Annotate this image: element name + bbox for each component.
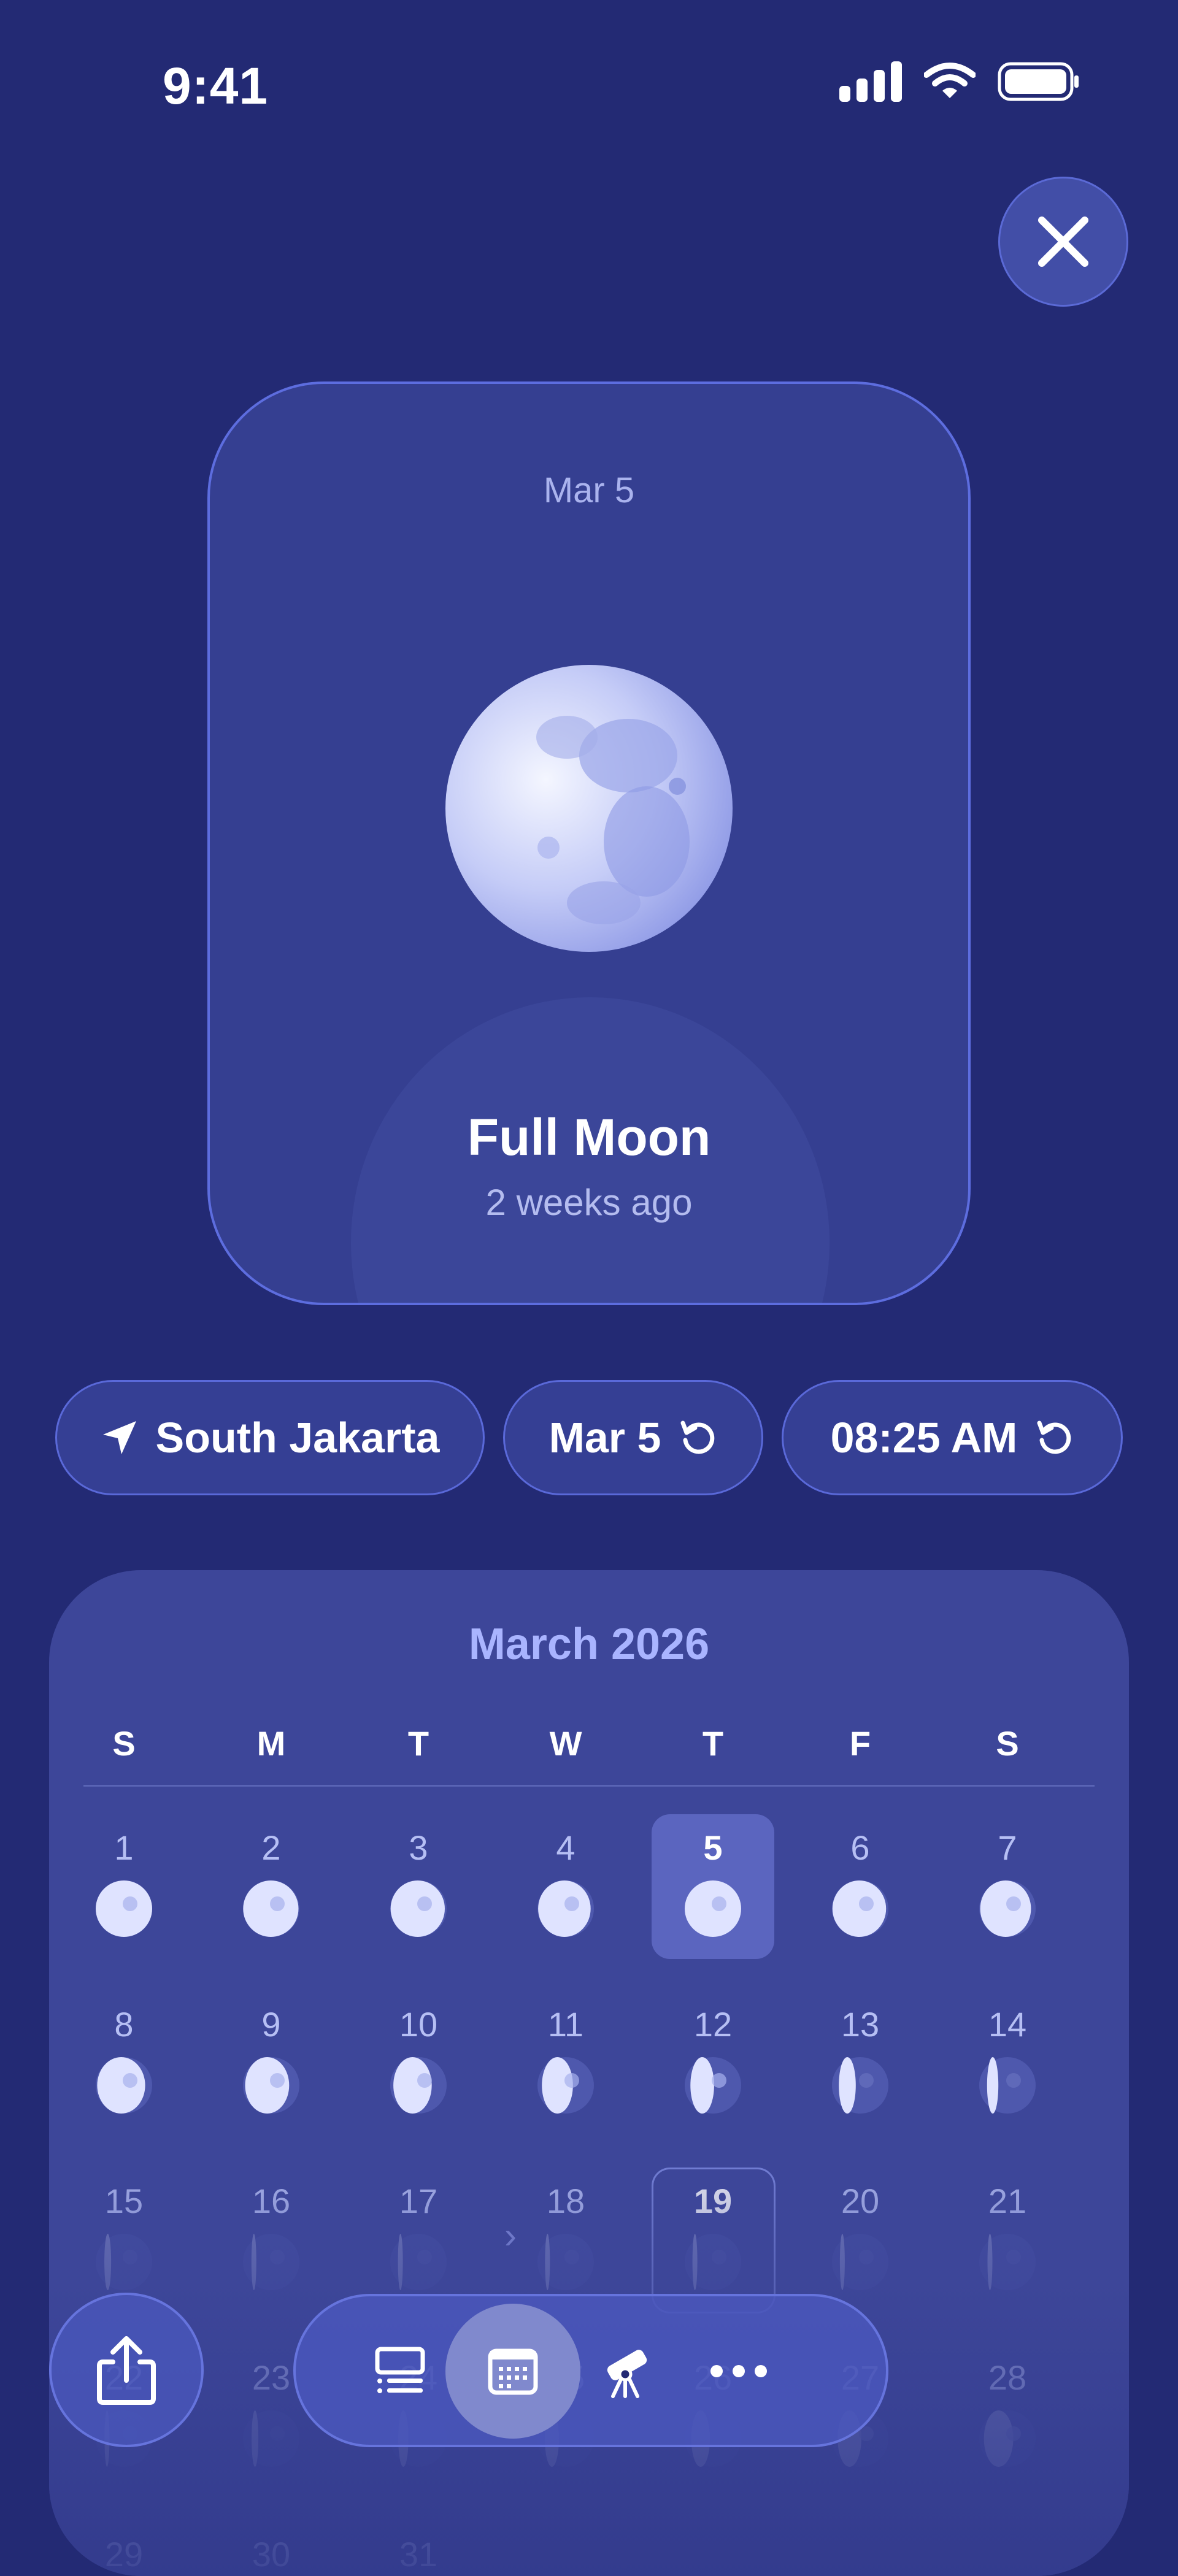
moon-card-date: Mar 5 — [543, 470, 635, 510]
weekday-label: T — [407, 1724, 429, 1763]
full-moon-image — [445, 665, 733, 952]
moon-phase-icon — [390, 1880, 447, 1937]
time-label: 08:25 AM — [830, 1414, 1018, 1462]
weekday-label: W — [549, 1724, 582, 1763]
more-icon — [710, 2365, 767, 2377]
calendar-day-3[interactable]: 3 — [345, 1814, 492, 1974]
moon-phase-icon — [243, 2057, 299, 2114]
tab-more[interactable] — [671, 2304, 806, 2439]
status-time: 9:41 — [163, 57, 269, 115]
close-button[interactable] — [998, 177, 1128, 307]
day-number: 8 — [114, 2005, 134, 2044]
date-label: Mar 5 — [549, 1414, 661, 1462]
close-icon — [1038, 217, 1088, 267]
location-arrow-icon — [102, 1421, 136, 1454]
status-icons — [839, 61, 1080, 102]
moon-phase-icon — [685, 1880, 741, 1937]
moon-phase-card: Mar 5 Full Moon 2 weeks ago — [207, 381, 971, 1305]
calendar-day-5[interactable]: 5 — [639, 1814, 787, 1974]
moon-phase-icon — [96, 1880, 152, 1937]
day-number: 11 — [547, 2005, 584, 2044]
weekday-label: S — [112, 1724, 136, 1763]
moon-phase-icon — [537, 1880, 594, 1937]
calendar-day-1[interactable]: 1 — [50, 1814, 198, 1974]
day-number: 12 — [693, 2005, 733, 2044]
moon-phase-icon — [832, 2057, 888, 2114]
day-number: 9 — [261, 2005, 281, 2044]
calendar-day-4[interactable]: 4 — [492, 1814, 639, 1974]
day-number: 7 — [998, 1828, 1017, 1867]
list-view-icon — [375, 2347, 425, 2393]
location-button[interactable]: South Jakarta — [55, 1380, 485, 1495]
cellular-signal-icon — [839, 61, 902, 102]
moon-phase-icon — [243, 1880, 299, 1937]
share-button[interactable] — [49, 2293, 204, 2447]
moon-phase-icon — [979, 2057, 1036, 2114]
moon-phase-icon — [96, 2057, 152, 2114]
weekday-label: T — [702, 1724, 724, 1763]
moon-phase-icon — [832, 1880, 888, 1937]
calendar-day-7[interactable]: 7 — [934, 1814, 1081, 1974]
weekday-label: M — [256, 1724, 286, 1763]
day-number: 13 — [841, 2005, 880, 2044]
location-label: South Jakarta — [155, 1414, 440, 1462]
battery-icon — [998, 62, 1079, 101]
calendar-day-6[interactable]: 6 — [787, 1814, 934, 1974]
reset-icon — [680, 1420, 715, 1454]
moon-phase-relative-time: 2 weeks ago — [485, 1182, 693, 1223]
calendar-day-2[interactable]: 2 — [198, 1814, 345, 1974]
telescope-icon — [607, 2350, 647, 2398]
day-number: 4 — [556, 1828, 576, 1867]
calendar-month-title: March 2026 — [468, 1620, 710, 1669]
moon-phase-icon — [979, 1880, 1036, 1937]
wifi-icon — [924, 63, 976, 98]
day-number: 10 — [399, 2005, 438, 2044]
calendar-icon — [488, 2348, 538, 2395]
moon-phase-name: Full Moon — [467, 1108, 711, 1166]
time-button[interactable]: 08:25 AM — [782, 1380, 1123, 1495]
day-number: 1 — [114, 1828, 134, 1867]
day-number: 5 — [703, 1828, 723, 1867]
day-number: 14 — [988, 2005, 1027, 2044]
weekday-label: S — [996, 1724, 1019, 1763]
tab-bar — [293, 2294, 888, 2447]
moon-phase-icon — [390, 2057, 447, 2114]
weekday-label: F — [849, 1724, 871, 1763]
date-button[interactable]: Mar 5 — [503, 1380, 763, 1495]
day-number: 2 — [261, 1828, 281, 1867]
reset-icon — [1037, 1420, 1071, 1454]
share-icon — [97, 2336, 156, 2405]
moon-phase-icon — [537, 2057, 594, 2114]
day-number: 6 — [850, 1828, 870, 1867]
day-number: 3 — [409, 1828, 428, 1867]
moon-phase-icon — [685, 2057, 741, 2114]
calendar-divider — [83, 1785, 1095, 1787]
